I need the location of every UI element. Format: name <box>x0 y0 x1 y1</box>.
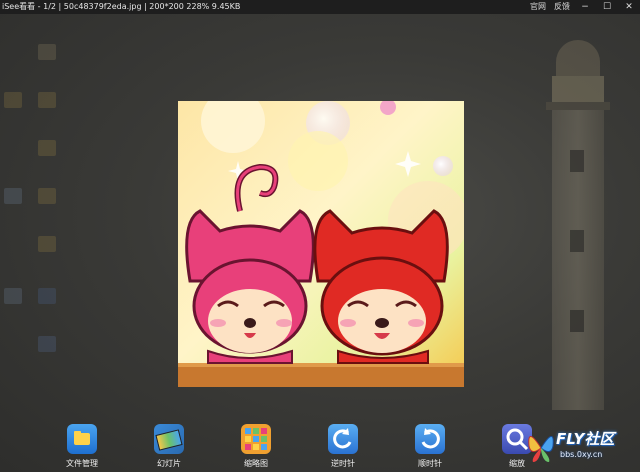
slideshow-button[interactable]: 幻灯片 <box>139 424 199 469</box>
desktop-icon <box>38 188 56 204</box>
close-button[interactable]: ✕ <box>622 0 636 14</box>
background-lighthouse <box>538 40 618 420</box>
desktop-icon <box>38 140 56 156</box>
title-bar: iSee看看 - 1/2 | 50c48379f2eda.jpg | 200*2… <box>0 0 640 14</box>
watermark-brand: FLY社区 <box>556 430 615 448</box>
slideshow-label: 幻灯片 <box>157 459 181 468</box>
desktop-icon <box>38 92 56 108</box>
file-manager-label: 文件管理 <box>66 459 98 468</box>
desktop-icon <box>38 44 56 60</box>
rotate-counterclockwise-label: 逆时针 <box>331 459 355 468</box>
title-bar-controls: 官网 反馈 − ☐ ✕ <box>530 0 636 14</box>
desktop-icon <box>38 288 56 304</box>
file-manager-button[interactable]: 文件管理 <box>52 424 112 469</box>
maximize-button[interactable]: ☐ <box>600 0 614 14</box>
site-watermark: FLY社区 bbs.0xy.cn <box>524 426 634 468</box>
rotate-ccw-icon <box>328 424 358 454</box>
minimize-button[interactable]: − <box>578 0 592 14</box>
desktop-icon <box>4 188 22 204</box>
desktop-icon <box>4 92 22 108</box>
window-title: iSee看看 - 1/2 | 50c48379f2eda.jpg | 200*2… <box>2 2 241 11</box>
feedback-link[interactable]: 反馈 <box>554 0 570 14</box>
slideshow-icon <box>154 424 184 454</box>
official-site-link[interactable]: 官网 <box>530 0 546 14</box>
rotate-cw-icon <box>415 424 445 454</box>
desktop-icon <box>38 236 56 252</box>
folder-icon <box>67 424 97 454</box>
background-desktop-icons <box>0 30 80 450</box>
desktop-icon <box>4 288 22 304</box>
thumbnail-button[interactable]: 缩略图 <box>226 424 286 469</box>
displayed-image[interactable] <box>178 101 464 387</box>
butterfly-logo-icon <box>528 436 554 462</box>
thumbnail-label: 缩略图 <box>244 459 268 468</box>
cartoon-foxes-image <box>178 101 464 387</box>
rotate-clockwise-label: 顺时针 <box>418 459 442 468</box>
watermark-url: bbs.0xy.cn <box>560 450 603 459</box>
thumbnail-icon <box>241 424 271 454</box>
desktop-icon <box>38 336 56 352</box>
rotate-counterclockwise-button[interactable]: 逆时针 <box>313 424 373 469</box>
rotate-clockwise-button[interactable]: 顺时针 <box>400 424 460 469</box>
